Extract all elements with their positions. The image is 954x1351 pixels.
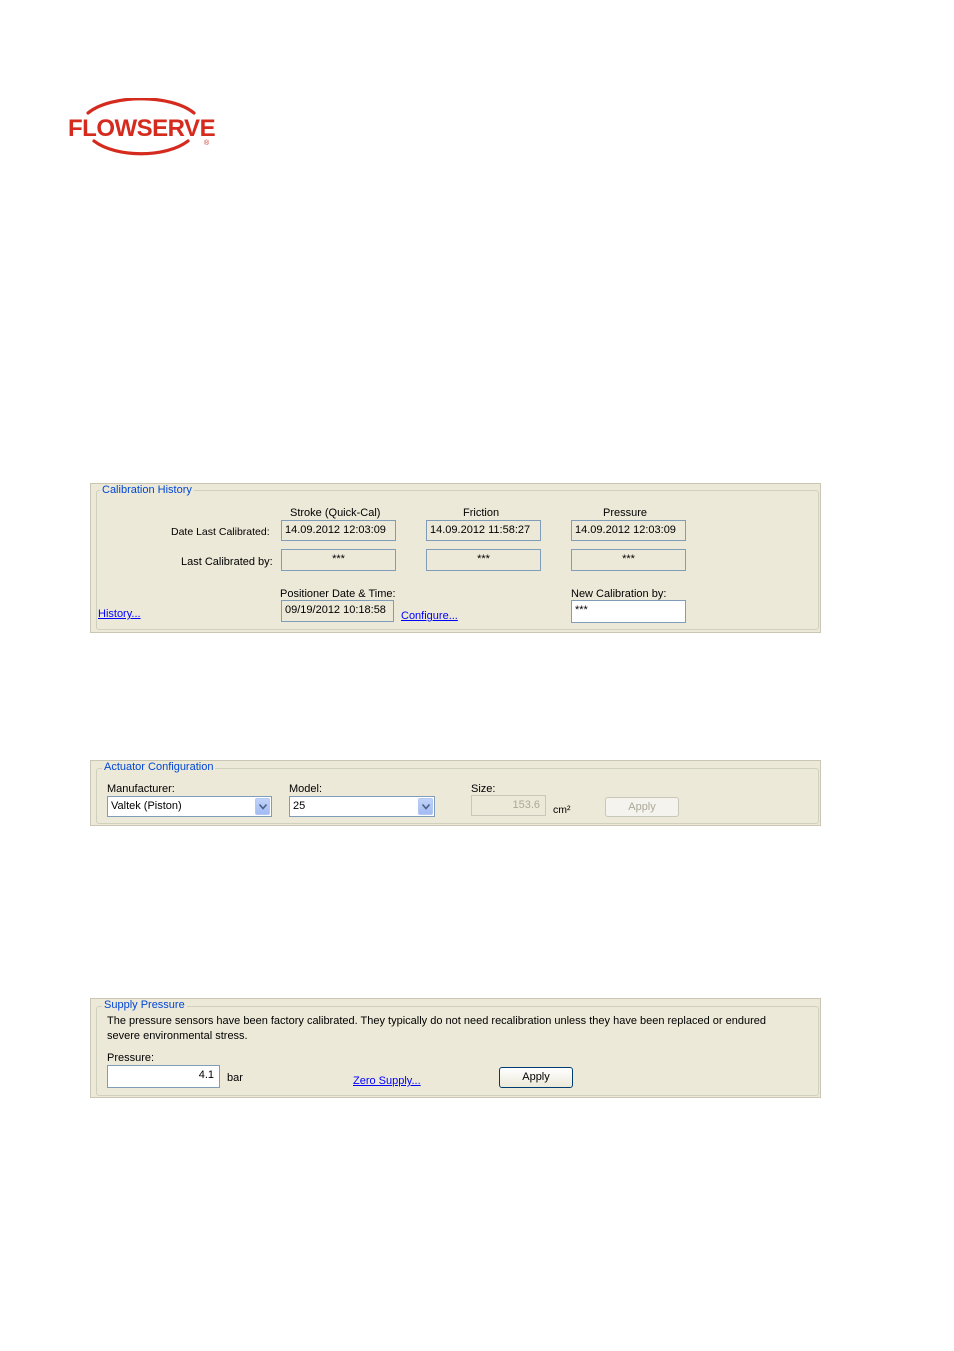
supply-pressure-description-line1: The pressure sensors have been factory c… bbox=[107, 1015, 766, 1027]
pressure-date-field: 14.09.2012 12:03:09 bbox=[571, 520, 686, 541]
supply-pressure-panel: Supply Pressure The pressure sensors hav… bbox=[90, 998, 821, 1098]
positioner-date-time-field: 09/19/2012 10:18:58 bbox=[281, 600, 394, 622]
pressure-unit: bar bbox=[227, 1072, 243, 1084]
model-select-value: 25 bbox=[293, 800, 306, 812]
flowserve-logo: FLOWSERVE ® bbox=[66, 98, 218, 156]
actuator-configuration-legend: Actuator Configuration bbox=[102, 761, 216, 774]
column-header-stroke: Stroke (Quick-Cal) bbox=[290, 507, 381, 519]
model-label: Model: bbox=[289, 783, 323, 795]
pressure-input[interactable]: 4.1 bbox=[107, 1065, 220, 1088]
history-link[interactable]: History... bbox=[98, 608, 141, 621]
pressure-label: Pressure: bbox=[107, 1052, 155, 1064]
pressure-calibrated-by-field: *** bbox=[571, 549, 686, 571]
configure-link[interactable]: Configure... bbox=[401, 610, 458, 623]
supply-pressure-legend: Supply Pressure bbox=[102, 999, 187, 1012]
column-header-pressure: Pressure bbox=[603, 507, 648, 519]
manufacturer-label: Manufacturer: bbox=[107, 783, 175, 795]
size-field: 153.6 bbox=[471, 795, 546, 816]
size-unit: cm² bbox=[553, 804, 571, 816]
friction-calibrated-by-field: *** bbox=[426, 549, 541, 571]
model-select[interactable]: 25 bbox=[289, 796, 435, 817]
supply-pressure-apply-button[interactable]: Apply bbox=[499, 1067, 573, 1088]
new-calibration-by-input[interactable]: *** bbox=[571, 600, 686, 623]
column-header-friction: Friction bbox=[463, 507, 500, 519]
last-calibrated-by-label: Last Calibrated by: bbox=[181, 556, 273, 568]
stroke-calibrated-by-field: *** bbox=[281, 549, 396, 571]
date-last-calibrated-label: Date Last Calibrated: bbox=[171, 526, 270, 538]
zero-supply-link[interactable]: Zero Supply... bbox=[353, 1075, 421, 1088]
friction-date-field: 14.09.2012 11:58:27 bbox=[426, 520, 541, 541]
calibration-history-panel: Calibration History Stroke (Quick-Cal) F… bbox=[90, 483, 821, 633]
actuator-configuration-panel: Actuator Configuration Manufacturer: Val… bbox=[90, 760, 821, 826]
manufacturer-select-value: Valtek (Piston) bbox=[111, 800, 182, 812]
calibration-history-legend: Calibration History bbox=[100, 484, 194, 497]
chevron-down-icon[interactable] bbox=[418, 798, 433, 815]
chevron-down-icon[interactable] bbox=[255, 798, 270, 815]
svg-text:®: ® bbox=[204, 139, 210, 147]
brand-wordmark: FLOWSERVE bbox=[68, 115, 216, 142]
supply-pressure-description-line2: severe environmental stress. bbox=[107, 1030, 248, 1042]
stroke-date-field: 14.09.2012 12:03:09 bbox=[281, 520, 396, 541]
actuator-apply-button[interactable]: Apply bbox=[605, 797, 679, 817]
manufacturer-select[interactable]: Valtek (Piston) bbox=[107, 796, 272, 817]
